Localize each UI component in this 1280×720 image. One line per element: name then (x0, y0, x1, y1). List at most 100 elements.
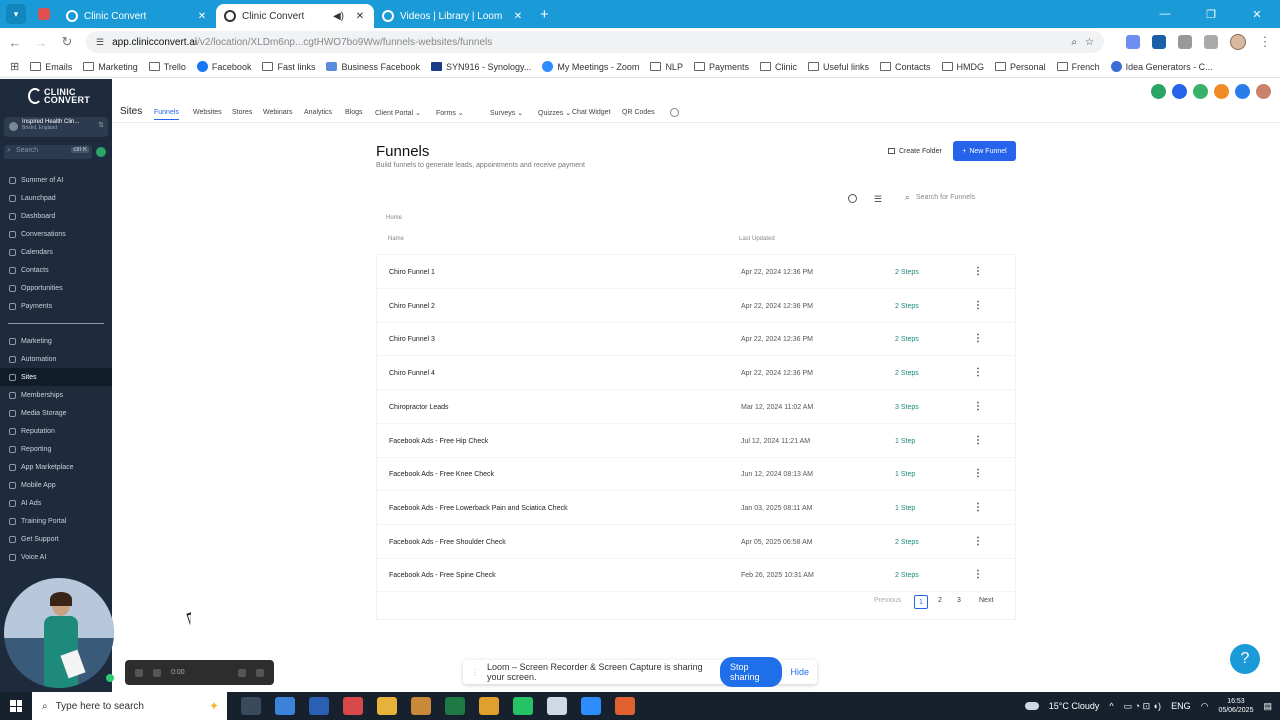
notifications-bell-icon[interactable] (1214, 84, 1229, 99)
row-more-options-icon[interactable]: ⋮ (973, 536, 983, 547)
tab-search-menu-button[interactable]: ▾ (6, 4, 26, 24)
tab-websites[interactable]: Websites (193, 109, 222, 116)
breadcrumb[interactable]: Home (386, 215, 402, 221)
task-view-icon[interactable] (241, 697, 261, 715)
row-more-options-icon[interactable]: ⋮ (973, 333, 983, 344)
browser-tab-1[interactable]: Clinic Convert ✕ (58, 4, 216, 28)
table-row[interactable]: Facebook Ads - Free Hip Check Jul 12, 202… (377, 424, 1017, 458)
bookmark-item[interactable]: Facebook (196, 61, 251, 72)
omnibox[interactable]: ☰ app.clinicconvert.ai/v2/location/XLDm6… (86, 31, 1104, 53)
magic-wand-icon[interactable] (1172, 84, 1187, 99)
chrome-active-icon[interactable] (615, 697, 635, 715)
funnel-name[interactable]: Facebook Ads - Free Shoulder Check (389, 539, 506, 546)
weather-text[interactable]: 15°C Cloudy (1049, 701, 1100, 711)
sidebar-item-get-support[interactable]: Get Support (0, 530, 112, 548)
minimize-icon[interactable]: — (1142, 8, 1188, 20)
bookmark-item[interactable]: Fast links (262, 62, 315, 72)
zoom-icon[interactable] (581, 697, 601, 715)
sidebar-item-marketing[interactable]: Marketing (0, 332, 112, 350)
side-panel-icon[interactable] (1204, 35, 1218, 49)
tab-stores[interactable]: Stores (232, 109, 252, 116)
notifications-icon[interactable]: ▤ (1263, 701, 1272, 712)
table-row[interactable]: Facebook Ads - Free Spine Check Feb 26, 2… (377, 558, 1017, 593)
sidebar-item-contacts[interactable]: Contacts (0, 261, 112, 279)
quick-actions-icon[interactable] (96, 147, 106, 157)
sidebar-item-ai-ads[interactable]: AI Ads (0, 494, 112, 512)
sidebar-item-sites[interactable]: Sites (0, 368, 112, 386)
sidebar-item-opportunities[interactable]: Opportunities (0, 279, 112, 297)
file-explorer-icon[interactable] (377, 697, 397, 715)
show-hidden-icons-icon[interactable]: ^ (1109, 701, 1113, 711)
word-icon[interactable] (309, 697, 329, 715)
bookmark-item[interactable]: NLP (650, 62, 683, 72)
chrome-icon[interactable] (479, 697, 499, 715)
whatsapp-icon[interactable] (513, 697, 533, 715)
bookmark-item[interactable]: Contacts (880, 62, 931, 72)
pagination-page-1[interactable]: 1 (914, 595, 928, 609)
create-folder-button[interactable]: Create Folder (882, 141, 948, 161)
row-more-options-icon[interactable]: ⋮ (973, 435, 983, 446)
bookmark-item[interactable]: Emails (30, 62, 72, 72)
pagination-page-2[interactable]: 2 (938, 597, 942, 604)
row-more-options-icon[interactable]: ⋮ (973, 300, 983, 311)
tab-quizzes[interactable]: Quizzes ⌄ (538, 109, 571, 117)
table-row[interactable]: Chiro Funnel 3 Apr 22, 2024 12:36 PM 2 Ste… (377, 322, 1017, 357)
sidebar-item-launchpad[interactable]: Launchpad (0, 189, 112, 207)
table-row[interactable]: Facebook Ads - Free Knee Check Jun 12, 20… (377, 457, 1017, 492)
stop-sharing-button[interactable]: Stop sharing (719, 657, 783, 687)
excel-icon[interactable] (445, 697, 465, 715)
zoom-icon[interactable]: ⌕ (1071, 37, 1077, 48)
delete-recording-icon[interactable] (256, 668, 264, 677)
funnel-name[interactable]: Facebook Ads - Free Knee Check (389, 471, 494, 478)
close-tab-icon[interactable]: ✕ (196, 11, 208, 22)
funnel-name[interactable]: Facebook Ads - Free Hip Check (389, 438, 488, 445)
reload-icon[interactable]: ↻ (60, 34, 74, 50)
table-row[interactable]: Chiropractor Leads Mar 12, 2024 11:02 AM 3… (377, 390, 1017, 424)
apps-grid-icon[interactable]: ⊞ (10, 60, 19, 73)
sidebar-item-reputation[interactable]: Reputation (0, 422, 112, 440)
funnel-name[interactable]: Facebook Ads - Free Lowerback Pain and S… (389, 505, 568, 512)
row-more-options-icon[interactable]: ⋮ (973, 502, 983, 513)
tab-chat-widget[interactable]: Chat Widget (572, 109, 611, 116)
new-tab-button[interactable]: + (532, 6, 557, 28)
browser-icon[interactable] (547, 697, 567, 715)
row-more-options-icon[interactable]: ⋮ (973, 367, 983, 378)
funnel-name[interactable]: Chiro Funnel 3 (389, 336, 435, 343)
phone-icon[interactable] (1151, 84, 1166, 99)
loom-camera-bubble[interactable] (4, 578, 114, 688)
bookmark-item[interactable]: Personal (995, 62, 1046, 72)
bookmark-item[interactable]: Payments (693, 62, 749, 72)
tab-client-portal[interactable]: Client Portal ⌄ (375, 109, 421, 117)
browser-tab-3[interactable]: Videos | Library | Loom ✕ (374, 4, 532, 28)
taskbar-clock[interactable]: 16:53 05/06/2025 (1218, 697, 1253, 715)
bookmark-item[interactable]: SYN916 - Synology... (431, 62, 531, 72)
sidebar-item-summer-of-ai[interactable]: Summer of AI (0, 171, 112, 189)
close-window-icon[interactable]: ✕ (1234, 8, 1280, 21)
help-circle-icon[interactable] (1235, 84, 1250, 99)
wifi-icon[interactable]: ◠ (1201, 701, 1209, 712)
pinned-tab-icon[interactable] (38, 8, 50, 20)
column-header-last-updated[interactable]: Last Updated (739, 236, 775, 242)
sidebar-item-memberships[interactable]: Memberships (0, 386, 112, 404)
sidebar-item-automation[interactable]: Automation (0, 350, 112, 368)
bookmark-item[interactable]: Business Facebook (326, 62, 420, 72)
recent-view-clock-icon[interactable] (848, 194, 857, 203)
sidebar-item-mobile-app[interactable]: Mobile App (0, 476, 112, 494)
url-text[interactable]: app.clinicconvert.ai/v2/location/XLDm6np… (112, 37, 1063, 48)
row-more-options-icon[interactable]: ⋮ (973, 266, 983, 277)
site-info-icon[interactable]: ☰ (96, 37, 104, 48)
funnel-name[interactable]: Chiropractor Leads (389, 404, 449, 411)
row-more-options-icon[interactable]: ⋮ (973, 569, 983, 580)
copilot-icon[interactable] (275, 697, 295, 715)
row-more-options-icon[interactable]: ⋮ (973, 468, 983, 479)
table-row[interactable]: Facebook Ads - Free Lowerback Pain and S… (377, 491, 1017, 525)
start-button[interactable] (0, 692, 32, 720)
funnel-search-input[interactable]: ⌕ Search for Funnels (902, 190, 1014, 207)
restore-icon[interactable]: ❐ (1188, 8, 1234, 21)
funnel-name[interactable]: Chiro Funnel 4 (389, 370, 435, 377)
table-row[interactable]: Chiro Funnel 2 Apr 22, 2024 12:36 PM 2 Ste… (377, 289, 1017, 323)
settings-gear-icon[interactable] (670, 108, 679, 117)
account-switcher[interactable]: Inspired Health Clin... Bristol, England… (4, 117, 108, 137)
clinic-convert-logo[interactable]: CLINIC CONVERT (28, 88, 90, 105)
column-header-name[interactable]: Name (388, 236, 404, 242)
